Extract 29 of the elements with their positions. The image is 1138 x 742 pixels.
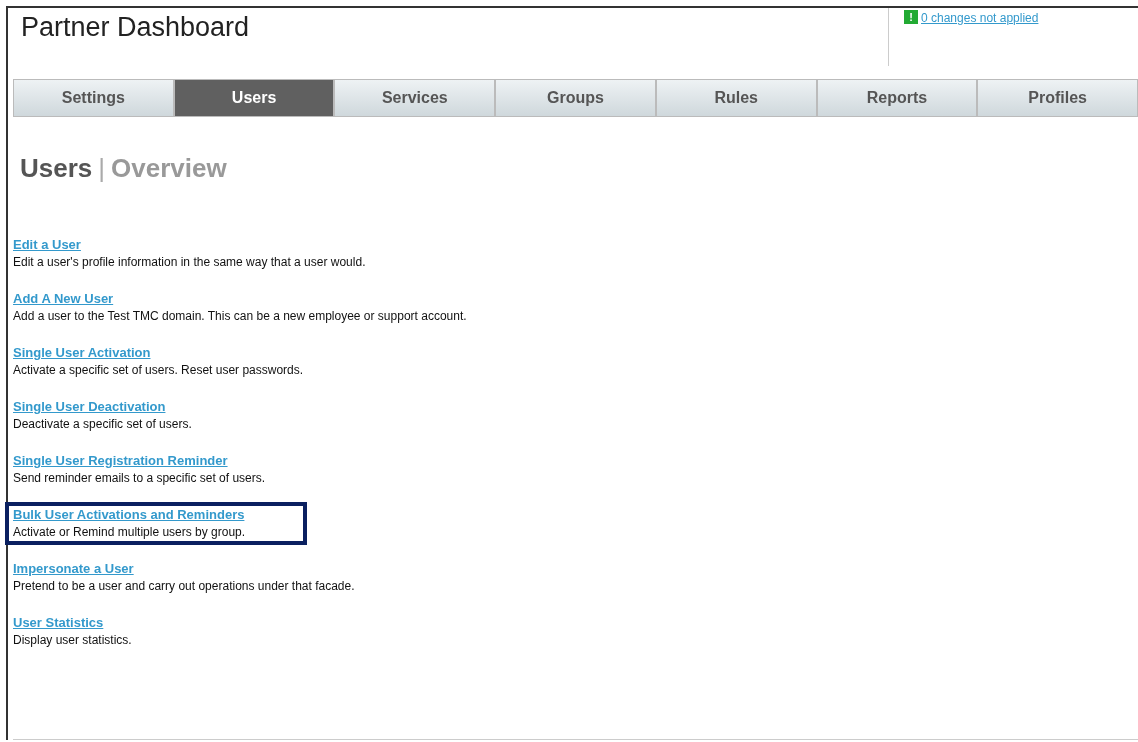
link-description: Send reminder emails to a specific set of users. (13, 470, 266, 487)
changes-link[interactable]: 0 changes not applied (921, 9, 1039, 27)
page-title: Partner Dashboard (21, 11, 250, 43)
menu-link[interactable]: Single User Activation (13, 344, 151, 361)
nav-tab[interactable]: Profiles (977, 79, 1138, 117)
link-description: Activate a specific set of users. Reset user passwords. (13, 362, 304, 379)
menu-link[interactable]: Edit a User (13, 236, 81, 253)
nav-tab[interactable]: Groups (495, 79, 656, 117)
menu-link[interactable]: User Statistics (13, 614, 104, 631)
link-description: Pretend to be a user and carry out operations under that facade. (13, 578, 355, 595)
nav-tab[interactable]: Services (334, 79, 496, 117)
heading-separator: | (98, 152, 106, 185)
menu-link[interactable]: Single User Deactivation (13, 398, 166, 415)
nav-tab[interactable]: Rules (655, 79, 817, 117)
menu-link[interactable]: Add A New User (13, 290, 114, 307)
link-description: Edit a user's profile information in the same way that a user would. (13, 254, 366, 271)
section-heading: Users (20, 152, 93, 185)
link-description: Display user statistics. (13, 632, 132, 649)
menu-link[interactable]: Single User Registration Reminder (13, 452, 228, 469)
link-description: Deactivate a specific set of users. (13, 416, 192, 433)
menu-link[interactable]: Bulk User Activations and Reminders (13, 506, 245, 523)
menu-link[interactable]: Impersonate a User (13, 560, 134, 577)
link-description: Add a user to the Test TMC domain. This can be a new employee or support account. (13, 308, 467, 325)
nav-tab[interactable]: Users (173, 79, 335, 117)
alert-icon: ! (904, 10, 918, 24)
link-description: Activate or Remind multiple users by group. (13, 524, 246, 541)
page-heading: Overview (111, 152, 227, 185)
nav-tab[interactable]: Settings (13, 79, 174, 117)
nav-tab[interactable]: Reports (816, 79, 978, 117)
